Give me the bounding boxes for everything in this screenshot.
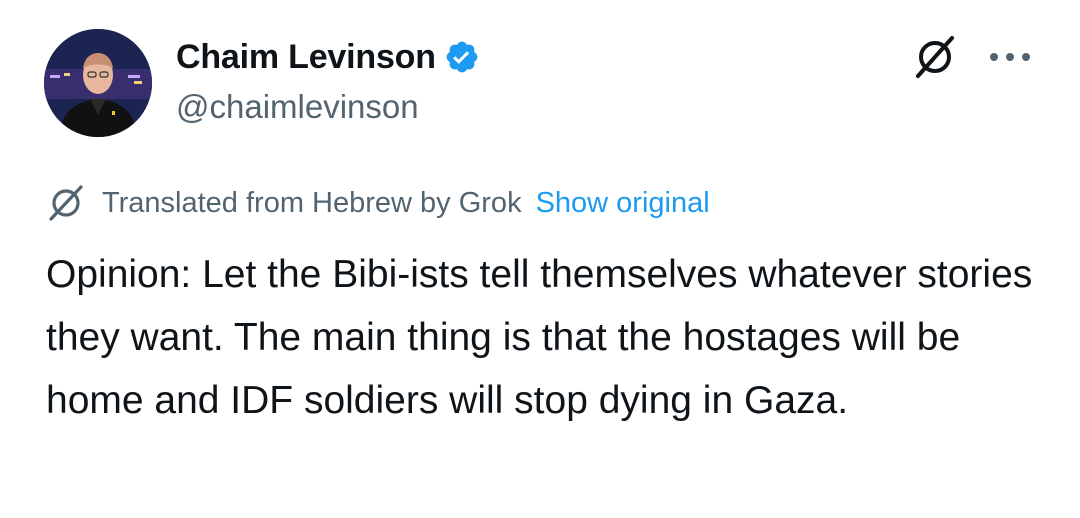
grok-icon[interactable] [912,34,958,80]
tweet-text: Opinion: Let the Bibi-ists tell themselv… [46,253,1033,422]
author-name-row: Chaim Levinson [176,34,480,80]
more-dot [1022,53,1030,61]
show-original-link[interactable]: Show original [536,187,710,220]
more-dot [990,53,998,61]
profile-photo-avatar [44,29,152,137]
avatar[interactable] [44,29,152,137]
more-dot [1006,53,1014,61]
author-display-name[interactable]: Chaim Levinson [176,38,436,77]
translated-from-label: Translated from Hebrew by Grok [102,186,522,219]
translation-notice: Translated from Hebrew by Grok Show orig… [46,183,710,223]
author-handle[interactable]: @chaimlevinson [176,88,419,126]
more-options-icon[interactable] [990,44,1030,70]
grok-icon [46,183,86,223]
verified-badge-icon[interactable] [444,39,480,75]
